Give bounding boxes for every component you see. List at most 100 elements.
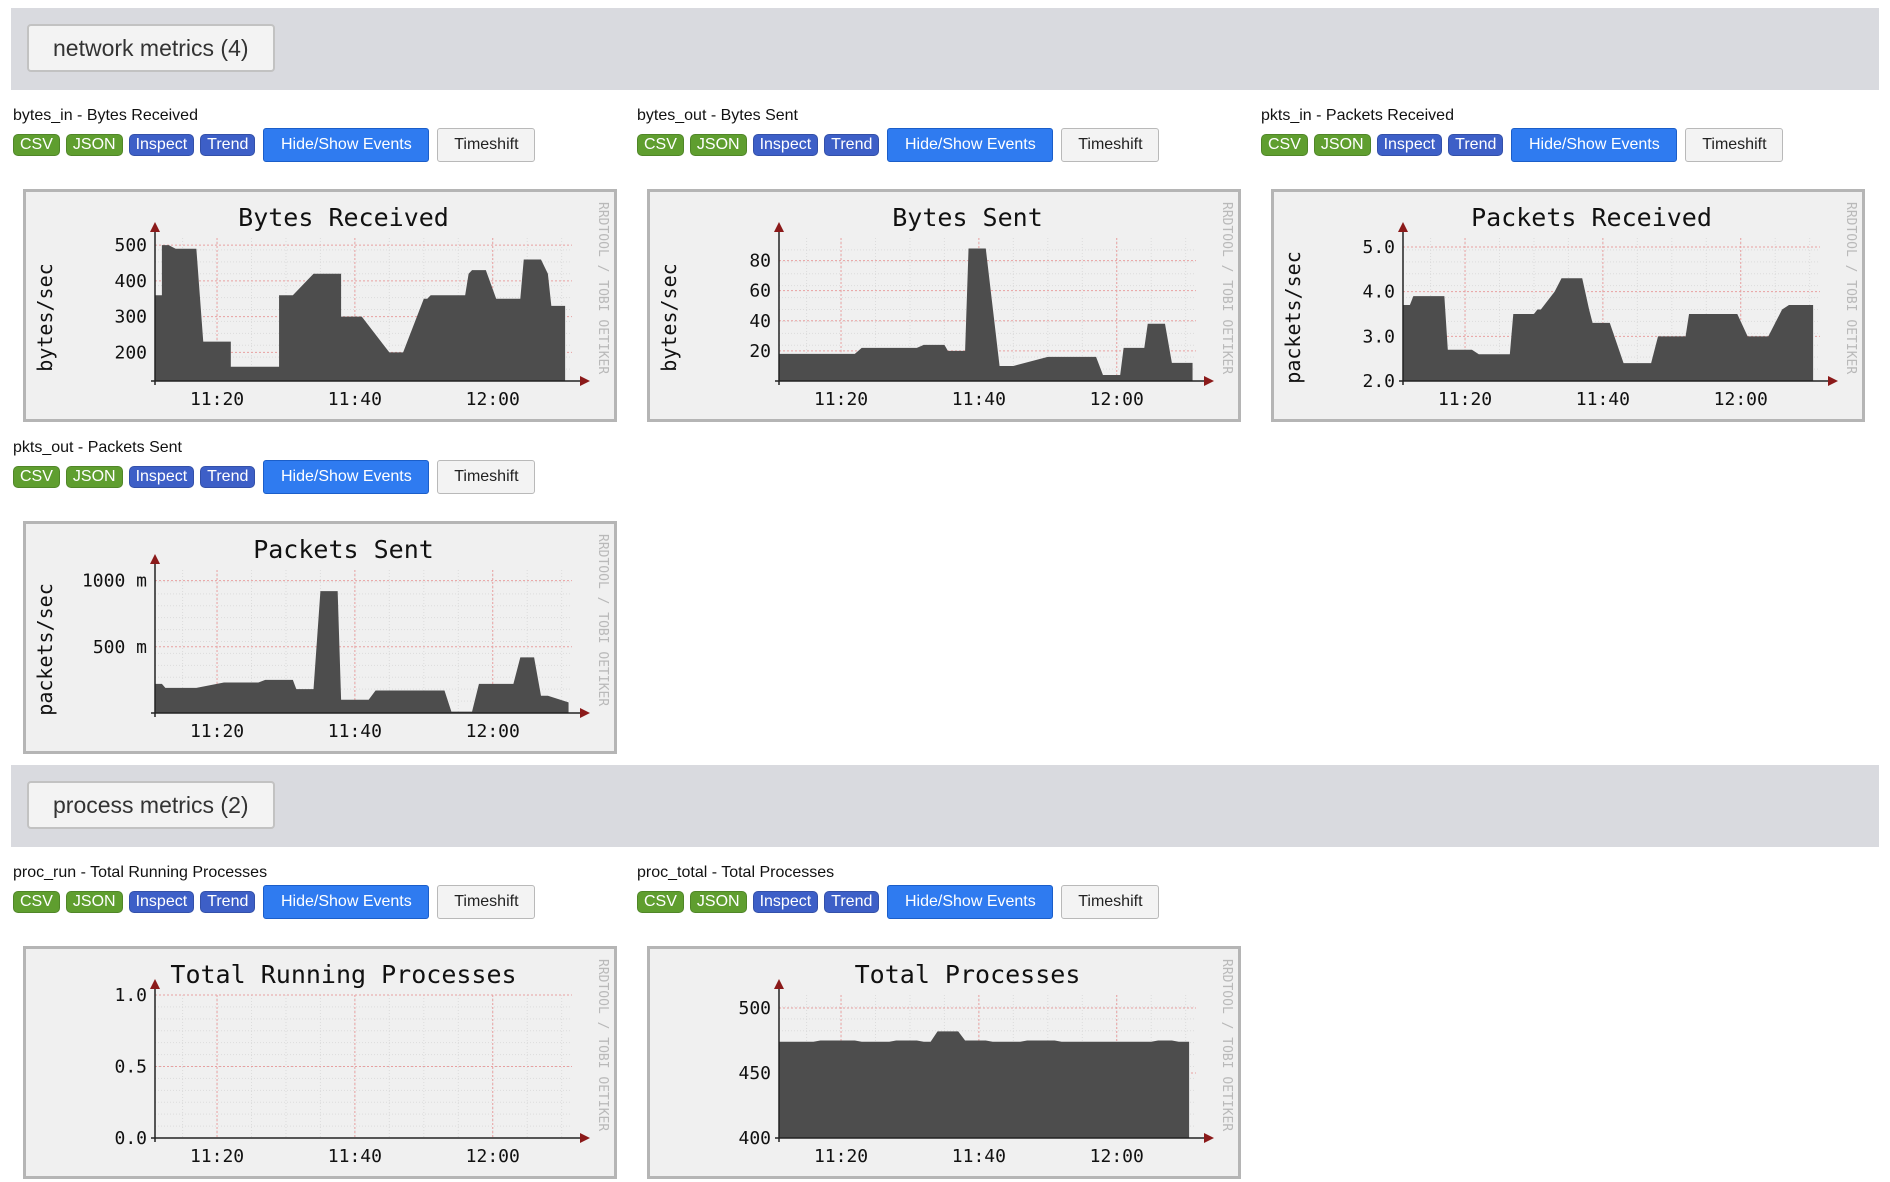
x-tick-label: 11:20 — [814, 389, 868, 410]
graph-toolbar: CSV JSON Inspect Trend Hide/Show Events Times… — [13, 127, 536, 163]
section-header-process: process metrics (2) — [11, 765, 1879, 847]
hide-show-events-button[interactable]: Hide/Show Events — [1511, 128, 1678, 162]
timeshift-button[interactable]: Timeshift — [437, 460, 536, 494]
y-tick-label: 300 — [114, 307, 147, 328]
graph-block-proc-run: proc_run - Total Running Processes CSV JSO… — [11, 864, 621, 1182]
chart-title: Total Processes — [855, 960, 1081, 989]
y-axis-arrow — [1398, 222, 1408, 232]
y-tick-label: 450 — [738, 1063, 771, 1084]
x-axis-arrow — [1828, 376, 1838, 386]
x-tick-label: 12:00 — [1090, 389, 1144, 410]
json-button[interactable]: JSON — [689, 134, 747, 156]
section-toggle-network[interactable]: network metrics (4) — [27, 24, 275, 72]
hide-show-events-button[interactable]: Hide/Show Events — [263, 885, 430, 919]
graph-title-pkts-in: pkts_in - Packets Received — [1261, 107, 1454, 124]
csv-button[interactable]: CSV — [13, 134, 60, 156]
y-tick-label: 400 — [114, 271, 147, 292]
graph-title-proc-total: proc_total - Total Processes — [637, 864, 835, 881]
csv-button[interactable]: CSV — [1261, 134, 1308, 156]
y-axis-label: bytes/sec — [33, 263, 57, 371]
graph-toolbar: CSV JSON Inspect Trend Hide/Show Events Times… — [13, 884, 536, 920]
csv-button[interactable]: CSV — [637, 134, 684, 156]
chart-svg: Bytes Received RRDTOOL / TOBI OETIKER byte… — [33, 202, 610, 410]
trend-button[interactable]: Trend — [200, 891, 256, 913]
trend-button[interactable]: Trend — [200, 134, 256, 156]
csv-button[interactable]: CSV — [637, 891, 684, 913]
x-tick-label: 11:20 — [190, 389, 244, 410]
trend-button[interactable]: Trend — [824, 891, 880, 913]
section-toggle-process[interactable]: process metrics (2) — [27, 781, 275, 829]
y-tick-label: 60 — [749, 281, 771, 302]
hide-show-events-button[interactable]: Hide/Show Events — [263, 460, 430, 494]
trend-button[interactable]: Trend — [200, 466, 256, 488]
x-tick-label: 11:40 — [328, 389, 382, 410]
chart-svg: Packets Sent RRDTOOL / TOBI OETIKER packet… — [33, 534, 610, 742]
y-tick-label: 500 — [738, 998, 771, 1019]
trend-button[interactable]: Trend — [824, 134, 880, 156]
rrd-graph-bytes-in[interactable]: Bytes Received RRDTOOL / TOBI OETIKER byte… — [23, 189, 617, 422]
inspect-button[interactable]: Inspect — [128, 134, 195, 156]
x-axis-arrow — [580, 1133, 590, 1143]
trend-button[interactable]: Trend — [1448, 134, 1504, 156]
json-button[interactable]: JSON — [689, 891, 747, 913]
y-tick-label: 500 — [114, 235, 147, 256]
graph-toolbar: CSV JSON Inspect Trend Hide/Show Events Times… — [13, 459, 536, 495]
graph-block-pkts-in: pkts_in - Packets Received CSV JSON Inspect… — [1259, 107, 1869, 425]
hide-show-events-button[interactable]: Hide/Show Events — [887, 885, 1054, 919]
graph-block-bytes-out: bytes_out - Bytes Sent CSV JSON Inspect Tren… — [635, 107, 1245, 425]
graph-toolbar: CSV JSON Inspect Trend Hide/Show Events Times… — [637, 127, 1160, 163]
graph-block-proc-total: proc_total - Total Processes CSV JSON Inspe… — [635, 864, 1245, 1182]
x-tick-label: 11:20 — [190, 721, 244, 742]
section-header-network: network metrics (4) — [11, 8, 1879, 90]
timeshift-button[interactable]: Timeshift — [1061, 885, 1160, 919]
inspect-button[interactable]: Inspect — [752, 891, 819, 913]
timeshift-button[interactable]: Timeshift — [1685, 128, 1784, 162]
inspect-button[interactable]: Inspect — [128, 891, 195, 913]
graph-title-proc-run: proc_run - Total Running Processes — [13, 864, 268, 881]
json-button[interactable]: JSON — [65, 134, 123, 156]
y-axis-label: packets/sec — [33, 583, 57, 715]
data-area — [155, 245, 566, 381]
rrd-graph-pkts-in[interactable]: Packets Received RRDTOOL / TOBI OETIKER pa… — [1271, 189, 1865, 422]
watermark: RRDTOOL / TOBI OETIKER — [1219, 959, 1234, 1131]
rrd-graph-bytes-out[interactable]: Bytes Sent RRDTOOL / TOBI OETIKER bytes/se… — [647, 189, 1241, 422]
rrd-graph-proc-total[interactable]: Total Processes RRDTOOL / TOBI OETIKER 400… — [647, 946, 1241, 1179]
inspect-button[interactable]: Inspect — [1376, 134, 1443, 156]
y-tick-label: 4.0 — [1362, 282, 1395, 303]
timeshift-button[interactable]: Timeshift — [1061, 128, 1160, 162]
chart-svg: Total Processes RRDTOOL / TOBI OETIKER 400… — [738, 959, 1234, 1167]
hide-show-events-button[interactable]: Hide/Show Events — [263, 128, 430, 162]
chart-title: Bytes Received — [238, 203, 449, 232]
json-button[interactable]: JSON — [65, 891, 123, 913]
watermark: RRDTOOL / TOBI OETIKER — [1843, 202, 1858, 374]
chart-svg: Total Running Processes RRDTOOL / TOBI OE… — [114, 959, 610, 1167]
timeshift-button[interactable]: Timeshift — [437, 885, 536, 919]
y-tick-label: 200 — [114, 342, 147, 363]
y-tick-label: 0.0 — [114, 1128, 147, 1149]
csv-button[interactable]: CSV — [13, 466, 60, 488]
y-axis-arrow — [150, 554, 160, 564]
x-tick-label: 11:40 — [1576, 389, 1630, 410]
x-tick-label: 12:00 — [466, 721, 520, 742]
inspect-button[interactable]: Inspect — [128, 466, 195, 488]
chart-title: Packets Received — [1471, 203, 1712, 232]
csv-button[interactable]: CSV — [13, 891, 60, 913]
data-area — [779, 1031, 1190, 1138]
x-tick-label: 12:00 — [466, 389, 520, 410]
json-button[interactable]: JSON — [1313, 134, 1371, 156]
x-tick-label: 12:00 — [1090, 1146, 1144, 1167]
timeshift-button[interactable]: Timeshift — [437, 128, 536, 162]
x-axis-arrow — [1204, 1133, 1214, 1143]
rrd-graph-proc-run[interactable]: Total Running Processes RRDTOOL / TOBI OE… — [23, 946, 617, 1179]
hide-show-events-button[interactable]: Hide/Show Events — [887, 128, 1054, 162]
json-button[interactable]: JSON — [65, 466, 123, 488]
y-tick-label: 1.0 — [114, 985, 147, 1006]
y-axis-arrow — [774, 979, 784, 989]
y-tick-label: 0.5 — [114, 1057, 147, 1078]
x-tick-label: 11:40 — [952, 1146, 1006, 1167]
watermark: RRDTOOL / TOBI OETIKER — [1219, 202, 1234, 374]
rrd-graph-pkts-out[interactable]: Packets Sent RRDTOOL / TOBI OETIKER packet… — [23, 521, 617, 754]
data-area — [1403, 278, 1814, 381]
inspect-button[interactable]: Inspect — [752, 134, 819, 156]
y-axis-arrow — [774, 222, 784, 232]
